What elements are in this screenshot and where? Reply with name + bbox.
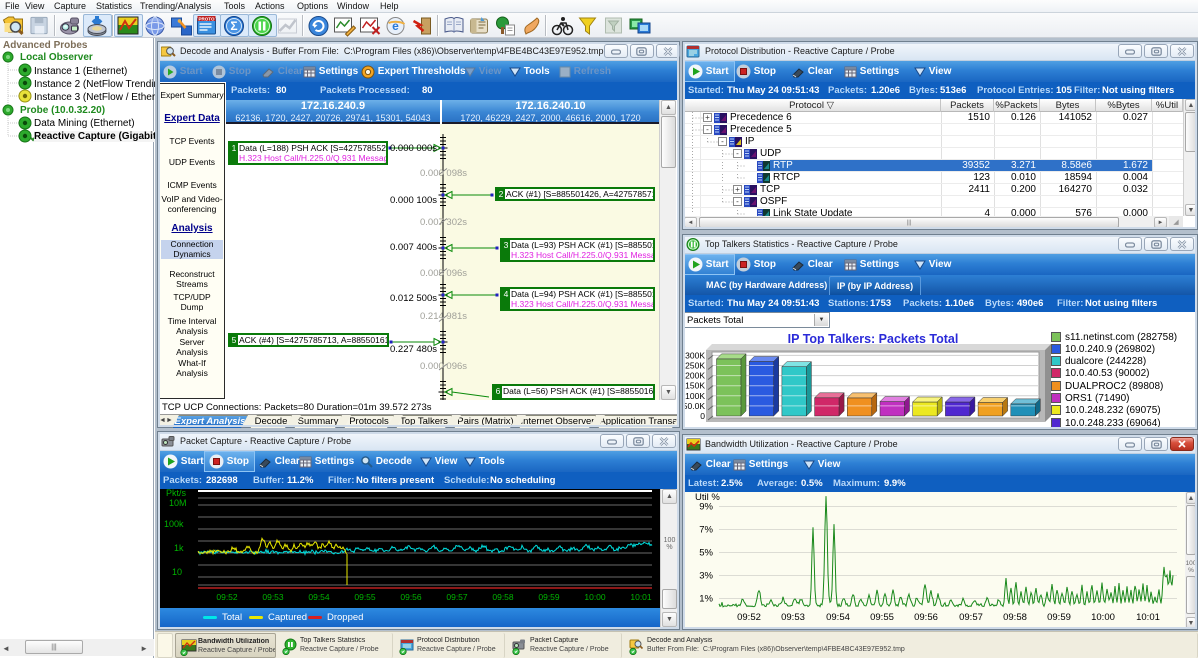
- svg-text:09:57: 09:57: [446, 592, 468, 602]
- svg-text:100K: 100K: [685, 391, 705, 401]
- svg-text:09:55: 09:55: [870, 612, 894, 623]
- svg-text:09:54: 09:54: [308, 592, 330, 602]
- svg-text:1k: 1k: [174, 543, 184, 553]
- svg-text:09:53: 09:53: [262, 592, 284, 602]
- svg-text:09:58: 09:58: [492, 592, 514, 602]
- svg-text:09:56: 09:56: [400, 592, 422, 602]
- svg-text:10:01: 10:01: [630, 592, 652, 602]
- svg-text:50.0K: 50.0K: [683, 401, 705, 411]
- svg-text:10:00: 10:00: [1091, 612, 1115, 623]
- svg-text:100k: 100k: [164, 519, 184, 529]
- svg-text:10: 10: [172, 567, 182, 577]
- svg-text:250K: 250K: [685, 361, 705, 371]
- svg-text:7%: 7%: [699, 525, 713, 536]
- svg-text:200K: 200K: [685, 371, 705, 381]
- svg-text:10:00: 10:00: [584, 592, 606, 602]
- svg-text:09:54: 09:54: [826, 612, 850, 623]
- svg-text:Σ: Σ: [230, 19, 237, 33]
- svg-text:09:55: 09:55: [354, 592, 376, 602]
- svg-text:1%: 1%: [699, 594, 713, 605]
- svg-text:0: 0: [700, 411, 705, 421]
- svg-text:09:59: 09:59: [1047, 612, 1071, 623]
- svg-text:09:59: 09:59: [538, 592, 560, 602]
- svg-text:09:57: 09:57: [959, 612, 983, 623]
- svg-text:5%: 5%: [699, 548, 713, 559]
- svg-text:150K: 150K: [685, 381, 705, 391]
- svg-text:300K: 300K: [685, 350, 705, 360]
- svg-text:09:52: 09:52: [737, 612, 761, 623]
- svg-text:PROTO: PROTO: [199, 17, 215, 22]
- svg-text:Pkt/s: Pkt/s: [166, 489, 187, 498]
- svg-text:10:01: 10:01: [1136, 612, 1160, 623]
- svg-text:9%: 9%: [699, 502, 713, 513]
- svg-text:10M: 10M: [169, 498, 187, 508]
- svg-text:09:58: 09:58: [1003, 612, 1027, 623]
- svg-text:09:56: 09:56: [914, 612, 938, 623]
- svg-text:3%: 3%: [699, 571, 713, 582]
- svg-text:09:52: 09:52: [216, 592, 238, 602]
- svg-text:09:53: 09:53: [781, 612, 805, 623]
- svg-text:Util %: Util %: [695, 492, 720, 503]
